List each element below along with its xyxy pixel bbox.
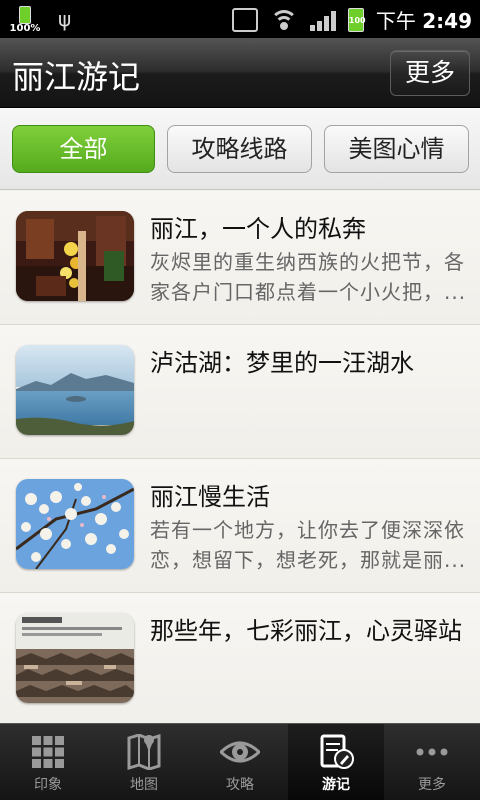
article-thumbnail (16, 479, 134, 569)
list-item[interactable]: 泸沽湖：梦里的一汪湖水 (0, 325, 480, 459)
tab-label: 地图 (130, 777, 158, 793)
article-title: 那些年，七彩丽江，心灵驿站 (150, 617, 462, 645)
tab-map[interactable]: 地图 (96, 724, 192, 800)
tab-more[interactable]: 更多 (384, 724, 480, 800)
battery-small-icon: 100% (10, 4, 40, 34)
tab-label: 游记 (322, 777, 350, 793)
wifi-icon (269, 8, 298, 32)
article-title: 丽江慢生活 (150, 483, 270, 511)
description-line-2: 恋，想留下，想老死，那就是丽... (150, 548, 467, 572)
filter-all-button[interactable]: 全部 (12, 125, 155, 173)
time-value: 2:49 (422, 9, 472, 33)
article-title: 泸沽湖：梦里的一汪湖水 (150, 349, 414, 377)
map-icon (127, 734, 161, 770)
edit-icon (320, 734, 354, 769)
eye-icon (220, 741, 260, 763)
list-item[interactable]: 丽江慢生活 若有一个地方，让你去了便深深依 恋，想留下，想老死，那就是丽... (0, 459, 480, 593)
filter-guides-button[interactable]: 攻略线路 (167, 125, 312, 173)
more-dots-icon (416, 748, 448, 756)
vibrate-icon (231, 7, 258, 32)
description-line-1: 灰烬里的重生纳西族的火把节，各 (150, 250, 465, 274)
filter-photos-button[interactable]: 美图心情 (324, 125, 469, 173)
page-title: 丽江游记 (12, 58, 141, 96)
time-prefix: 下午 (375, 9, 416, 33)
description-line-2: 家各户门口都点着一个小火把，... (150, 280, 467, 304)
list-item[interactable]: 丽江，一个人的私奔 灰烬里的重生纳西族的火把节，各 家各户门口都点着一个小火把，… (0, 191, 480, 325)
bottom-tab-bar: 印象 地图 攻略 游记 更多 (0, 723, 480, 800)
signal-icon (309, 9, 336, 31)
article-thumbnail (16, 345, 134, 435)
title-bar: 丽江游记 更多 (0, 38, 480, 108)
battery-percent: 100% (9, 23, 41, 34)
tab-guide[interactable]: 攻略 (192, 724, 288, 800)
usb-icon: ψ (58, 7, 72, 31)
article-thumbnail (16, 613, 134, 703)
filter-bar: 全部 攻略线路 美图心情 (0, 108, 480, 190)
tab-label: 更多 (418, 777, 446, 793)
article-description: 灰烬里的重生纳西族的火把节，各 家各户门口都点着一个小火把，... (150, 247, 470, 307)
article-description: 若有一个地方，让你去了便深深依 恋，想留下，想老死，那就是丽... (150, 515, 470, 575)
article-title: 丽江，一个人的私奔 (150, 215, 366, 243)
article-list: 丽江，一个人的私奔 灰烬里的重生纳西族的火把节，各 家各户门口都点着一个小火把，… (0, 191, 480, 723)
list-item[interactable]: 那些年，七彩丽江，心灵驿站 (0, 593, 480, 723)
status-bar: 100% ψ 100 下午 2:49 (0, 0, 480, 38)
battery-icon: 100 (347, 7, 366, 32)
grid-icon (32, 736, 64, 768)
clock: 下午 2:49 (376, 5, 472, 34)
tab-impression[interactable]: 印象 (0, 724, 96, 800)
tab-travelogue[interactable]: 游记 (288, 724, 384, 800)
more-button[interactable]: 更多 (390, 50, 470, 96)
description-line-1: 若有一个地方，让你去了便深深依 (150, 518, 465, 542)
article-thumbnail (16, 211, 134, 301)
tab-label: 攻略 (226, 777, 254, 793)
tab-label: 印象 (34, 777, 62, 793)
